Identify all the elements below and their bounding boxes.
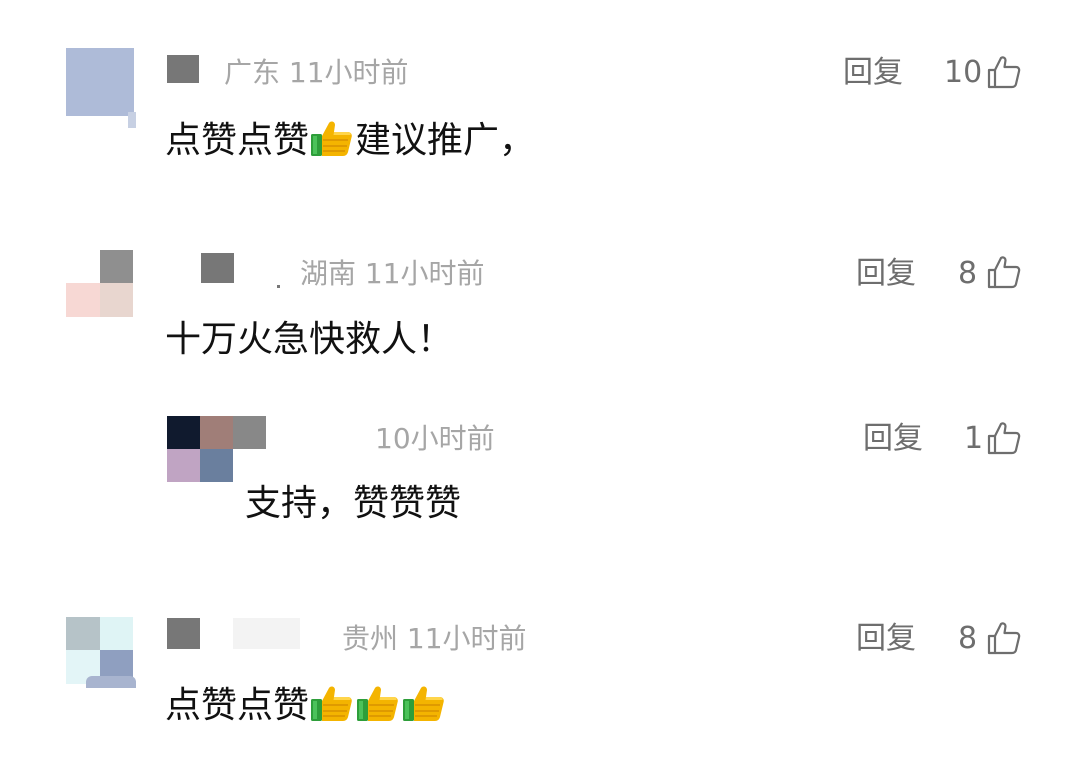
avatar-cell — [66, 617, 100, 650]
location-label: 湖南 — [300, 257, 357, 290]
like-count: 10 — [944, 55, 983, 90]
like-count: 8 — [958, 621, 978, 656]
avatar-cell — [66, 283, 100, 317]
like-count: 8 — [958, 256, 978, 291]
thumbs-up-outline-icon[interactable] — [986, 420, 1022, 456]
avatar-cell — [167, 449, 200, 482]
username-mask — [233, 618, 300, 649]
timestamp: 11小时前 — [364, 257, 485, 290]
timestamp: 10小时前 — [375, 422, 495, 455]
comment-text-start: 点赞点赞 — [165, 685, 310, 726]
reply-button[interactable]: 回复 — [843, 55, 903, 91]
location-label: 贵州 — [342, 622, 399, 655]
username-mask[interactable] — [201, 253, 234, 283]
avatar-cell — [233, 416, 266, 449]
comment-meta: 广东 11小时前 — [224, 55, 409, 91]
avatar-cell — [200, 416, 233, 449]
thumbs-up-emoji-icon — [402, 683, 446, 723]
thumbs-up-emoji-icon — [356, 683, 400, 723]
username-dot — [277, 285, 280, 288]
reply-button[interactable]: 回复 — [856, 621, 916, 657]
thumbs-up-outline-icon[interactable] — [986, 54, 1022, 90]
comment-text-end: 建议推广， — [355, 120, 536, 161]
comment-text: 点赞点赞 — [165, 683, 447, 728]
avatar[interactable] — [66, 48, 134, 116]
thumbs-up-outline-icon[interactable] — [986, 620, 1022, 656]
reply-text: 支持，赞赞赞 — [245, 483, 462, 524]
avatar-cell — [100, 283, 133, 317]
avatar-cell — [167, 416, 200, 449]
avatar-cell — [200, 449, 233, 482]
avatar-edge — [128, 112, 136, 128]
like-count: 1 — [964, 421, 984, 456]
timestamp: 11小时前 — [288, 56, 409, 89]
avatar-cell — [86, 676, 136, 688]
comment-meta: 贵州 11小时前 — [342, 621, 527, 657]
avatar-cell — [100, 250, 133, 283]
reply-button[interactable]: 回复 — [863, 421, 923, 457]
thumbs-up-outline-icon[interactable] — [986, 254, 1022, 290]
thumbs-up-emoji-icon — [310, 118, 354, 158]
comment-text: 点赞点赞 建议推广， — [165, 118, 535, 163]
comment-meta: 湖南 11小时前 — [300, 256, 485, 292]
thumbs-up-emoji-icon — [310, 683, 354, 723]
username-mask[interactable] — [167, 55, 199, 83]
username-mask[interactable] — [167, 618, 200, 649]
timestamp: 11小时前 — [406, 622, 527, 655]
location-label: 广东 — [224, 56, 281, 89]
avatar-cell — [100, 617, 133, 650]
reply-button[interactable]: 回复 — [856, 256, 916, 292]
comment-text-start: 点赞点赞 — [165, 120, 310, 161]
comment-text: 十万火急快救人！ — [165, 319, 454, 360]
